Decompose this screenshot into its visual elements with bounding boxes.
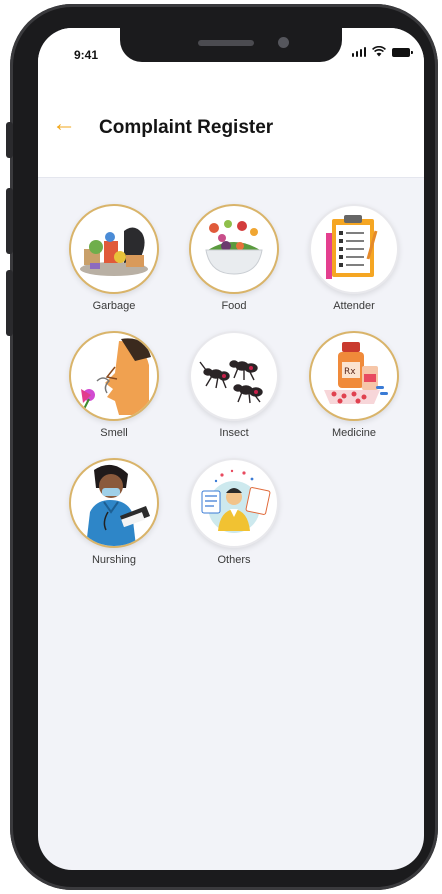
app-screen: 9:41 ← Complaint Register Garbage Food A…: [38, 28, 424, 870]
category-label: Smell: [100, 427, 128, 439]
side-button-volume-up: [6, 188, 13, 254]
side-button-volume-down: [6, 270, 13, 336]
back-arrow-icon[interactable]: ←: [52, 112, 76, 136]
smell-icon: [69, 331, 159, 421]
medicine-icon: Rx: [309, 331, 399, 421]
insect-icon: [189, 331, 279, 421]
category-label: Insect: [219, 427, 249, 439]
garbage-icon: [69, 204, 159, 294]
category-label: Others: [217, 554, 251, 566]
category-label: Food: [221, 300, 247, 312]
food-icon: [189, 204, 279, 294]
svg-text:Rx: Rx: [344, 367, 356, 377]
speaker: [198, 40, 254, 46]
category-nursing[interactable]: Nurshing: [64, 458, 164, 566]
cellular-signal-icon: [351, 46, 366, 57]
category-label: Medicine: [331, 427, 377, 439]
category-garbage[interactable]: Garbage: [64, 204, 164, 312]
category-label: Garbage: [92, 300, 136, 312]
category-smell[interactable]: Smell: [64, 331, 164, 439]
app-header: ← Complaint Register: [38, 88, 424, 178]
battery-icon: [392, 48, 413, 57]
wifi-icon: [372, 46, 386, 57]
status-time: 9:41: [74, 48, 99, 62]
category-label: Nurshing: [91, 554, 137, 566]
status-icons: [351, 46, 413, 57]
side-button-silent: [6, 122, 13, 158]
category-medicine[interactable]: Rx Medicine: [304, 331, 404, 439]
notch: [120, 18, 342, 62]
nursing-icon: [69, 458, 159, 548]
category-label: Attender: [333, 300, 375, 312]
category-attender[interactable]: Attender: [304, 204, 404, 312]
others-icon: [189, 458, 279, 548]
page-title: Complaint Register: [99, 117, 274, 138]
category-food[interactable]: Food: [184, 204, 284, 312]
category-insect[interactable]: Insect: [184, 331, 284, 439]
category-others[interactable]: Others: [184, 458, 284, 566]
attender-icon: [309, 204, 399, 294]
front-camera: [278, 37, 289, 48]
